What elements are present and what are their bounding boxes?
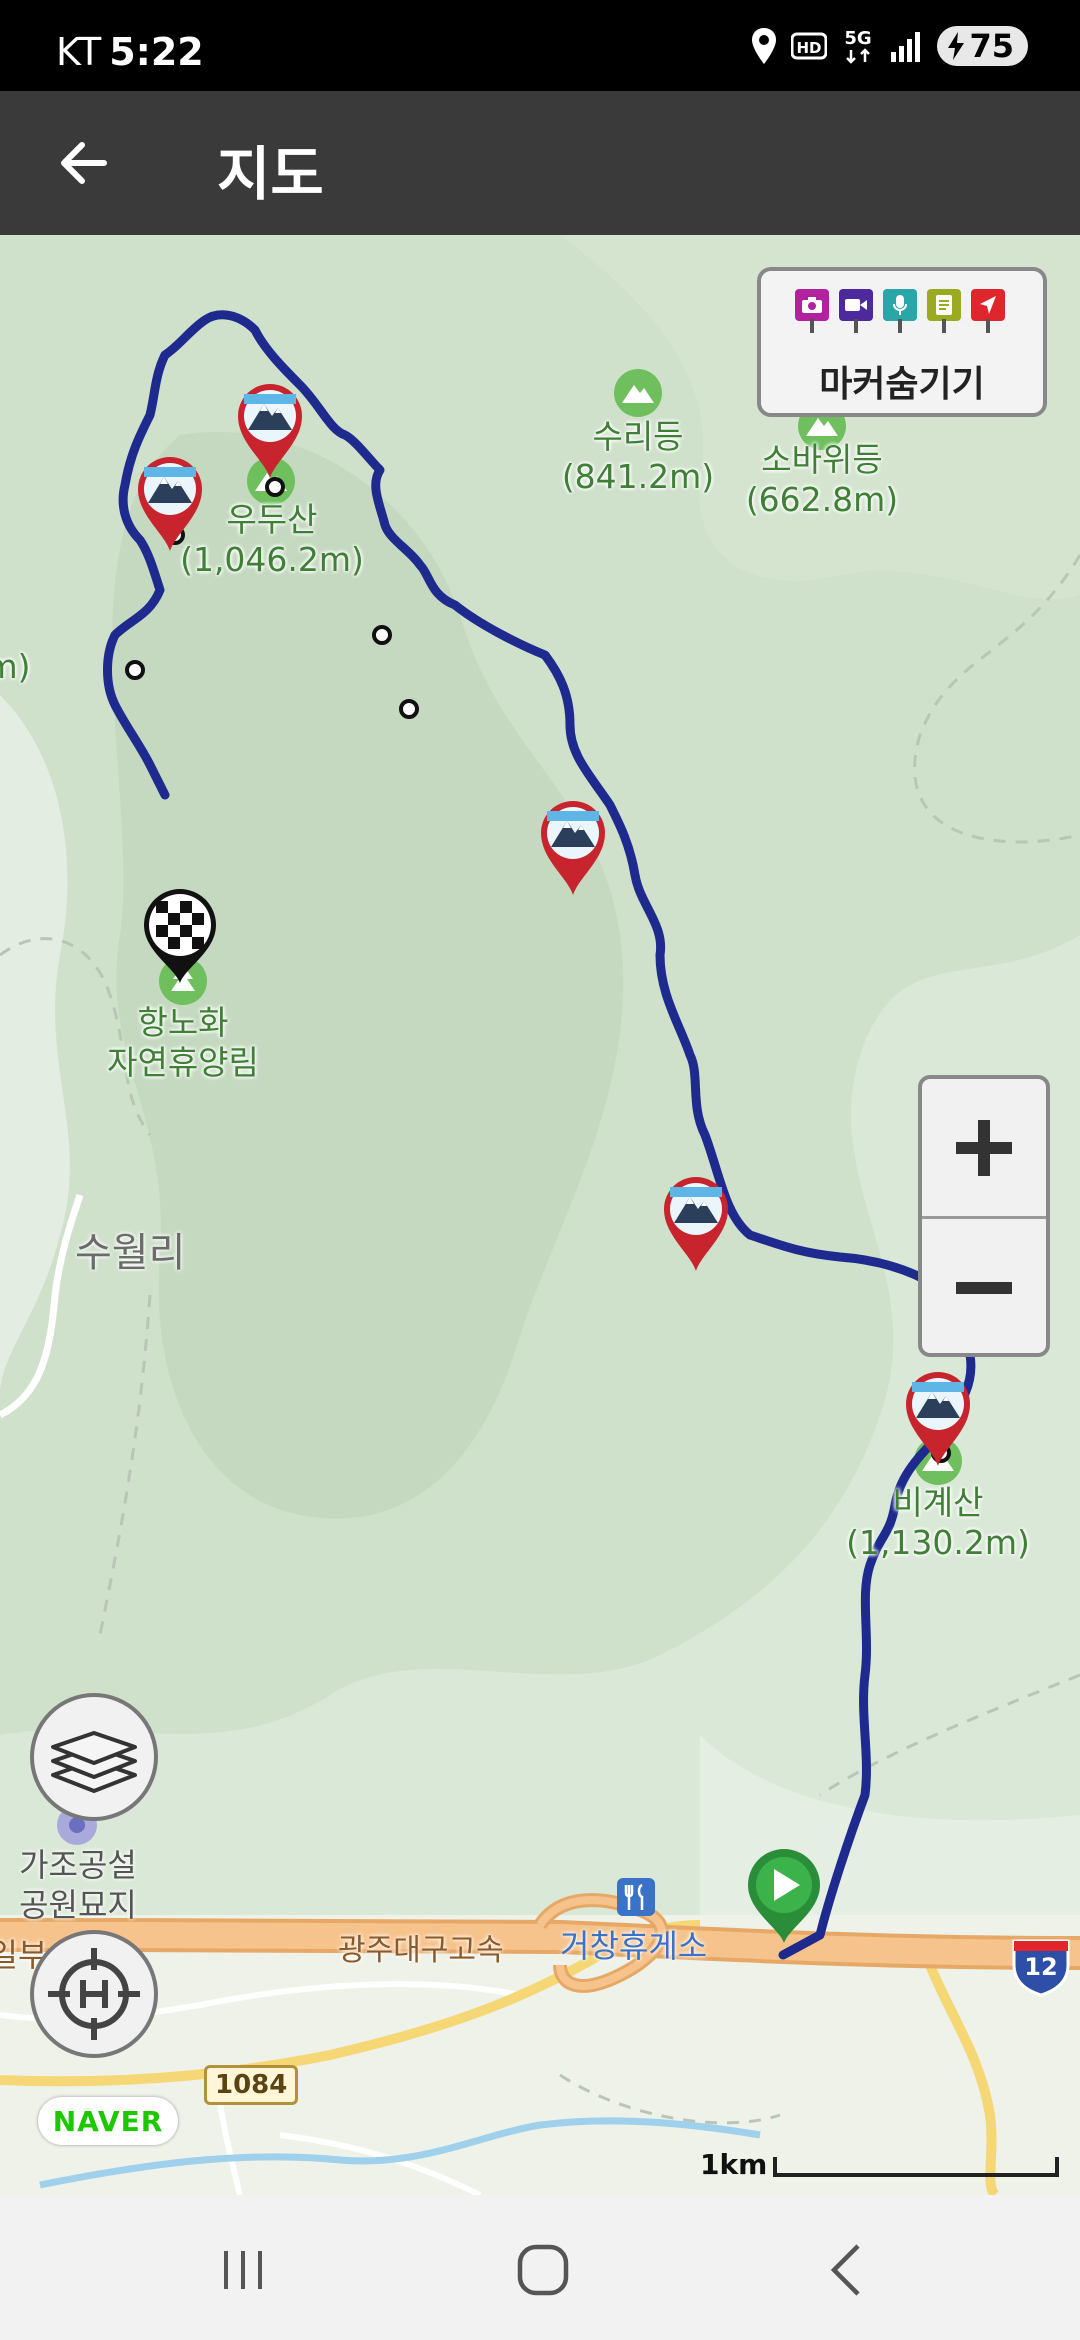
recent-apps-icon: [224, 2251, 262, 2289]
location-flag-icon: [971, 289, 1005, 333]
poi-label: 수리등 (841.2m): [562, 417, 714, 497]
marker-flags: [795, 289, 1005, 333]
battery-indicator: 75: [937, 26, 1028, 66]
marker-toggle-label: 마커숨기기: [819, 364, 985, 405]
summit-marker-icon[interactable]: [537, 797, 609, 897]
signal-icon: [891, 32, 921, 62]
poi-elevation: (1,046.2m): [180, 540, 364, 579]
poi-label: 소바위등 (662.8m): [746, 440, 898, 520]
camera-flag-icon: [795, 289, 829, 333]
memo-flag-icon: [927, 289, 961, 333]
finish-marker-icon[interactable]: [140, 885, 220, 985]
poi-label: 항노화 자연휴양림: [107, 1003, 259, 1083]
back-chevron-icon: [830, 2244, 860, 2296]
minus-icon: [956, 1281, 1012, 1294]
scale-bar: [773, 2157, 1059, 2177]
village-label: 수월리: [75, 1230, 186, 1276]
svg-text:HD: HD: [797, 39, 822, 57]
poi-name: 소바위등: [761, 440, 883, 479]
zoom-out-button[interactable]: [922, 1219, 1046, 1356]
rest-area-label: 거창휴게소: [560, 1927, 708, 1965]
home-button[interactable]: [508, 2235, 578, 2305]
layers-icon: [51, 1731, 137, 1793]
my-location-button[interactable]: [30, 1930, 158, 2058]
scale-label: 1km: [700, 2148, 768, 2181]
page-title: 지도: [217, 140, 324, 208]
summit-marker-icon[interactable]: [234, 380, 306, 480]
video-flag-icon: [839, 289, 873, 333]
memo-icon: [936, 295, 952, 315]
audio-flag-icon: [883, 289, 917, 333]
highway-shield: 12: [1010, 1935, 1072, 1997]
hd-icon: HD: [791, 32, 828, 60]
poi-subname: 자연휴양림: [107, 1043, 259, 1082]
poi-label: 비계산 (1,130.2m): [846, 1483, 1030, 1563]
highway-number: 12: [1024, 1953, 1058, 1981]
carrier-text: KT: [56, 30, 102, 74]
home-icon: [517, 2244, 569, 2296]
poi-name: 항노화: [137, 1003, 229, 1042]
system-back-button[interactable]: [812, 2235, 882, 2305]
system-nav-bar: [0, 2195, 1080, 2340]
zoom-in-button[interactable]: [922, 1079, 1046, 1216]
map-view[interactable]: 수리등 (841.2m) 소바위등 (662.8m) 우두산 (1,046.2m…: [0, 235, 1080, 2195]
naver-logo: NAVER: [38, 2097, 178, 2145]
edge-label: m): [0, 647, 31, 686]
recent-apps-button[interactable]: [208, 2235, 278, 2305]
plus-icon: [956, 1119, 1012, 1176]
navigation-arrow-icon: [980, 296, 996, 314]
marker-toggle-button[interactable]: 마커숨기기: [757, 267, 1047, 417]
poi-name: 우두산: [226, 500, 318, 539]
cemetery-name-1: 가조공설: [19, 1846, 137, 1884]
zoom-controls: [918, 1075, 1050, 1357]
rest-area-icon: [617, 1878, 655, 1916]
poi-name: 수리등: [592, 417, 684, 456]
poi-elevation: (662.8m): [745, 480, 899, 519]
status-icons: HD 5G 75: [751, 24, 1028, 68]
poi-label: 우두산 (1,046.2m): [180, 500, 364, 580]
highway-name-label: 광주대구고속: [338, 1933, 504, 1968]
5g-icon: 5G: [845, 28, 872, 64]
summit-marker-icon[interactable]: [660, 1173, 732, 1273]
camera-icon: [802, 297, 822, 313]
status-carrier: KT 5:22: [56, 30, 204, 74]
poi-name: 비계산: [892, 1483, 984, 1522]
start-marker-icon[interactable]: [744, 1845, 824, 1945]
cemetery-name-2: 공원묘지: [19, 1886, 137, 1924]
charging-icon: [948, 32, 965, 60]
status-time: 5:22: [109, 30, 204, 74]
cemetery-label: 가조공설 공원묘지: [19, 1845, 137, 1925]
battery-level: 75: [969, 27, 1014, 65]
back-arrow-icon[interactable]: [52, 131, 116, 195]
poi-elevation: (841.2m): [561, 457, 715, 496]
svg-text:5G: 5G: [845, 28, 872, 49]
road-number-badge: 1084: [204, 2065, 299, 2105]
microphone-icon: [893, 295, 907, 315]
video-icon: [845, 299, 867, 311]
poi-elevation: (1,130.2m): [846, 1523, 1030, 1562]
location-icon: [752, 28, 777, 64]
status-bar: KT 5:22 HD 5G 75: [0, 0, 1080, 91]
layers-button[interactable]: [30, 1693, 158, 1821]
crosshair-h-icon: [48, 1948, 140, 2040]
summit-marker-icon[interactable]: [902, 1368, 974, 1468]
app-bar: 지도: [0, 91, 1080, 235]
